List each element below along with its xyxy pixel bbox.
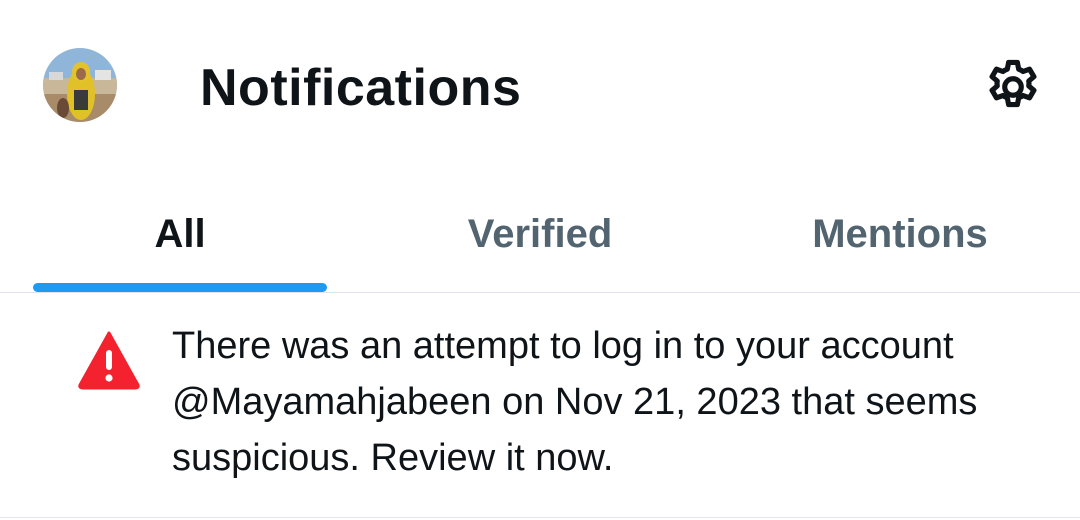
notification-tabs: All Verified Mentions	[0, 175, 1080, 293]
page-title: Notifications	[200, 59, 522, 117]
settings-button[interactable]	[982, 56, 1044, 118]
avatar-image	[43, 48, 117, 122]
notification-text: There was an attempt to log in to your a…	[172, 325, 978, 479]
tab-verified[interactable]: Verified	[360, 175, 720, 293]
user-avatar[interactable]	[43, 48, 117, 122]
tab-all[interactable]: All	[0, 175, 360, 293]
active-tab-indicator	[33, 283, 327, 292]
app-header: Notifications	[0, 0, 1080, 175]
warning-icon	[77, 330, 141, 390]
tab-mentions[interactable]: Mentions	[720, 175, 1080, 293]
gear-icon	[989, 59, 1037, 108]
divider	[0, 517, 1080, 518]
